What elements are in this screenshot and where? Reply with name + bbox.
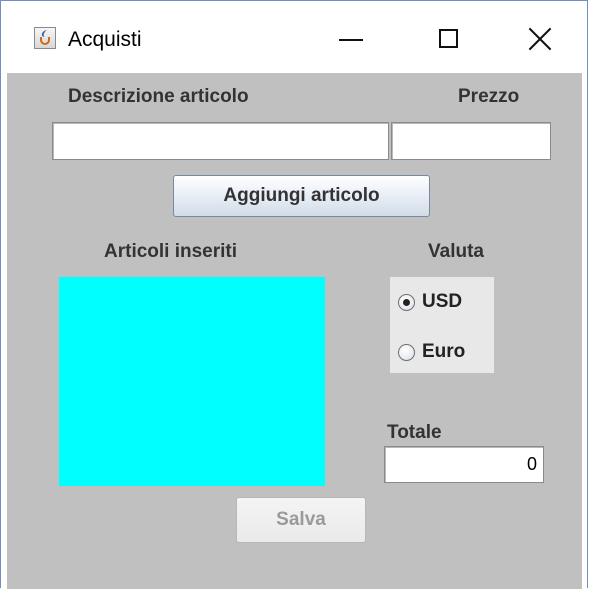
radio-euro-label[interactable]: Euro <box>422 341 465 363</box>
total-field[interactable] <box>384 446 544 483</box>
close-icon <box>527 26 553 52</box>
price-label: Prezzo <box>458 86 520 107</box>
maximize-icon <box>439 29 458 48</box>
window-title: Acquisti <box>68 28 142 51</box>
title-bar[interactable]: Acquisti <box>1 1 587 71</box>
radio-usd-label[interactable]: USD <box>422 291 462 313</box>
total-label: Totale <box>387 422 442 443</box>
java-cup-icon[interactable] <box>34 27 56 49</box>
content-panel: Descrizione articolo Prezzo Aggiungi art… <box>7 73 582 589</box>
items-list[interactable] <box>59 277 325 486</box>
minimize-button[interactable] <box>328 17 374 61</box>
radio-euro-control[interactable] <box>398 344 415 361</box>
price-input[interactable] <box>391 122 551 160</box>
maximize-button[interactable] <box>425 17 471 61</box>
radio-selected-dot <box>403 299 410 306</box>
currency-radio-group: USD Euro <box>390 277 494 373</box>
description-input[interactable] <box>52 122 389 160</box>
save-button[interactable]: Salva <box>236 497 366 543</box>
description-label: Descrizione articolo <box>68 86 249 107</box>
close-button[interactable] <box>517 17 563 61</box>
items-label: Articoli inseriti <box>104 241 238 262</box>
minimize-icon <box>339 39 363 41</box>
add-item-button[interactable]: Aggiungi articolo <box>173 175 430 217</box>
radio-usd-control[interactable] <box>398 294 415 311</box>
currency-label: Valuta <box>428 241 484 262</box>
app-window: Acquisti Descrizione articolo Prezzo Agg… <box>0 0 588 589</box>
